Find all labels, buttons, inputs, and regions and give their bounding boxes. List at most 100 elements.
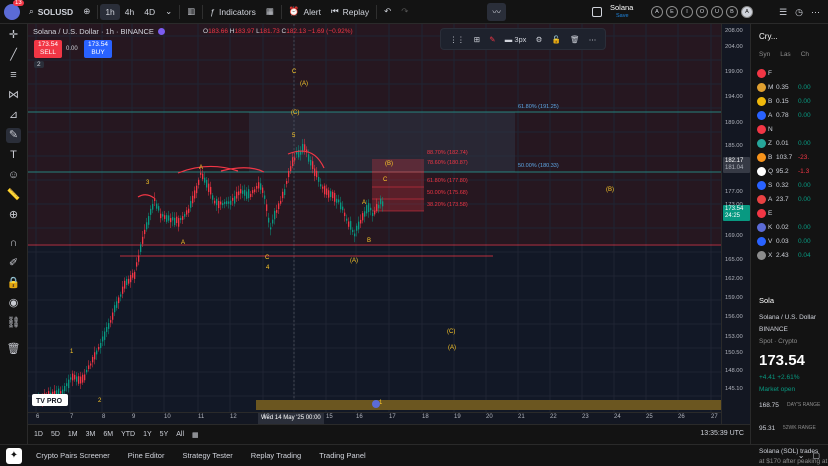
range-1d[interactable]: 1D: [34, 431, 43, 438]
lock-drawing-icon[interactable]: ✐: [6, 256, 21, 271]
wave-label[interactable]: C: [265, 255, 270, 261]
watchlist-row[interactable]: E: [751, 206, 828, 220]
indicators-button[interactable]: ƒ Indicators: [205, 0, 261, 24]
watchlist-row[interactable]: A 23.7 0.00: [751, 192, 828, 206]
range-all[interactable]: All: [176, 431, 184, 438]
wave-label[interactable]: A: [199, 165, 203, 171]
wave-label[interactable]: B: [367, 238, 371, 244]
range-5d[interactable]: 5D: [51, 431, 60, 438]
sell-button[interactable]: 173.54 SELL: [34, 40, 62, 58]
zoom-icon[interactable]: ⊕: [6, 208, 21, 223]
wave-tool-button[interactable]: 〰: [487, 2, 506, 21]
lock-icon[interactable]: 🔒: [6, 276, 21, 291]
layout-selector[interactable]: Solana Save: [592, 2, 648, 22]
news-headline-2[interactable]: at $170 after peaking at: [759, 458, 827, 465]
watchlist-row[interactable]: N: [751, 122, 828, 136]
undo-button[interactable]: ↶: [379, 0, 396, 24]
alert-button[interactable]: ⏰ Alert: [284, 0, 326, 24]
interval-1h[interactable]: 1h: [100, 3, 120, 20]
time-axis[interactable]: Wed 14 May '25 00:00 6 7 8 9 10 11 12 13 15 16 17 1…: [28, 412, 721, 424]
wave-label[interactable]: (A): [350, 258, 358, 264]
wave-label[interactable]: (B): [606, 187, 614, 193]
wave-label[interactable]: C: [383, 177, 388, 183]
watchlist-row[interactable]: A 0.78 0.00: [751, 108, 828, 122]
drag-handle-icon[interactable]: ⋮⋮: [450, 35, 465, 44]
price-chart[interactable]: 1 2 3 A A C 4 5 A B (A) (B) C (B) (C) (A) C (A) 1 (C) 61.80…: [28, 24, 721, 424]
tab-trading-panel[interactable]: Trading Panel: [319, 451, 365, 460]
price-axis[interactable]: 208.00 204.00 199.00 194.00 189.00 185.0…: [721, 24, 750, 424]
range-1m[interactable]: 1M: [68, 431, 78, 438]
trendline-icon[interactable]: ╱: [6, 48, 21, 63]
watchlist-title[interactable]: Cry...: [759, 32, 778, 41]
brush-icon[interactable]: ✎: [6, 128, 21, 143]
line-width-button[interactable]: ▬ 3px: [505, 35, 527, 44]
tab-pine-editor[interactable]: Pine Editor: [128, 451, 165, 460]
replay-button[interactable]: ⏮ Replay: [326, 0, 374, 24]
watchlist-row[interactable]: K 0.02 0.00: [751, 220, 828, 234]
wave-label[interactable]: A: [362, 200, 366, 206]
watchlist-row[interactable]: Z 0.01 0.00: [751, 136, 828, 150]
menu-icon[interactable]: ☰: [779, 7, 787, 18]
circle-u[interactable]: U: [711, 6, 723, 18]
range-1y[interactable]: 1Y: [143, 431, 152, 438]
projection-icon[interactable]: ⊿: [6, 108, 21, 123]
col-symbol[interactable]: Syn: [759, 51, 770, 58]
wave-label[interactable]: (A): [300, 81, 308, 87]
magnet-icon[interactable]: ∩: [6, 236, 21, 251]
circle-a-active[interactable]: A: [741, 6, 753, 18]
circle-a[interactable]: A: [651, 6, 663, 18]
crosshair-icon[interactable]: ✛: [6, 28, 21, 43]
more-options-icon[interactable]: ⋯: [589, 35, 597, 44]
star-icon[interactable]: ✦: [6, 448, 22, 464]
buy-button[interactable]: 173.54 BUY: [84, 40, 112, 58]
pen-color-icon[interactable]: ✎: [489, 35, 495, 44]
more-icon[interactable]: ⋯: [811, 7, 820, 18]
calendar-icon[interactable]: ▦: [192, 431, 199, 439]
clock-icon[interactable]: ◷: [795, 7, 803, 18]
ruler-icon[interactable]: 📏: [6, 188, 21, 203]
text-icon[interactable]: T: [6, 148, 21, 163]
col-last[interactable]: Las: [780, 51, 790, 58]
fib-icon[interactable]: ≡: [6, 68, 21, 83]
wave-label[interactable]: (B): [385, 161, 393, 167]
trash-icon[interactable]: 🗑: [6, 342, 21, 357]
watchlist-row[interactable]: B 0.15 0.00: [751, 94, 828, 108]
range-6m[interactable]: 6M: [103, 431, 113, 438]
interval-4d[interactable]: 4D: [139, 0, 160, 24]
delete-drawing-icon[interactable]: 🗑: [570, 35, 580, 44]
compare-button[interactable]: ⊕: [78, 0, 95, 24]
wave-label[interactable]: (C): [291, 110, 299, 116]
watchlist-row[interactable]: V 0.03 0.00: [751, 234, 828, 248]
tab-crypto-screener[interactable]: Crypto Pairs Screener: [36, 451, 110, 460]
wave-label[interactable]: (C): [447, 329, 455, 335]
wave-label[interactable]: A: [181, 240, 185, 246]
settings-icon[interactable]: ⚙: [536, 35, 543, 44]
wave-label[interactable]: C: [292, 69, 297, 75]
eye-icon[interactable]: ◉: [6, 296, 21, 311]
event-marker[interactable]: [372, 400, 380, 408]
circle-o[interactable]: O: [696, 6, 708, 18]
redo-button[interactable]: ↷: [396, 0, 413, 24]
circle-i[interactable]: I: [681, 6, 693, 18]
emoji-icon[interactable]: ☺: [6, 168, 21, 183]
col-change[interactable]: Ch: [801, 51, 809, 58]
tab-replay-trading[interactable]: Replay Trading: [251, 451, 301, 460]
user-avatar[interactable]: 13: [4, 0, 24, 20]
symbol-search[interactable]: ⌕ SOLUSD: [24, 0, 78, 24]
utc-clock[interactable]: 13:35:39 UTC: [700, 430, 744, 437]
circle-e[interactable]: E: [666, 6, 678, 18]
watchlist-row[interactable]: X 2.43 0.04: [751, 248, 828, 262]
pattern-icon[interactable]: ⋈: [6, 88, 21, 103]
news-headline[interactable]: Solana (SOL) trades: [759, 448, 818, 455]
templates-button[interactable]: ▦: [261, 0, 279, 24]
watchlist-row[interactable]: Q 95.2 -1.3: [751, 164, 828, 178]
watchlist-row[interactable]: F: [751, 66, 828, 80]
symbol-title[interactable]: Solana / U.S. Dollar · 1h · BINANCE: [33, 27, 154, 36]
interval-dropdown[interactable]: ⌄: [160, 0, 177, 24]
interval-4h[interactable]: 4h: [120, 0, 139, 24]
indicator-count-badge[interactable]: 2: [34, 61, 44, 68]
watchlist-row[interactable]: M 0.35 0.00: [751, 80, 828, 94]
chart-canvas[interactable]: 123AAC45AB(A)(B)C(B)(C)(A)C(A)1(C) 61.80…: [28, 24, 721, 414]
range-3m[interactable]: 3M: [86, 431, 96, 438]
watchlist-row[interactable]: S 0.32 0.00: [751, 178, 828, 192]
